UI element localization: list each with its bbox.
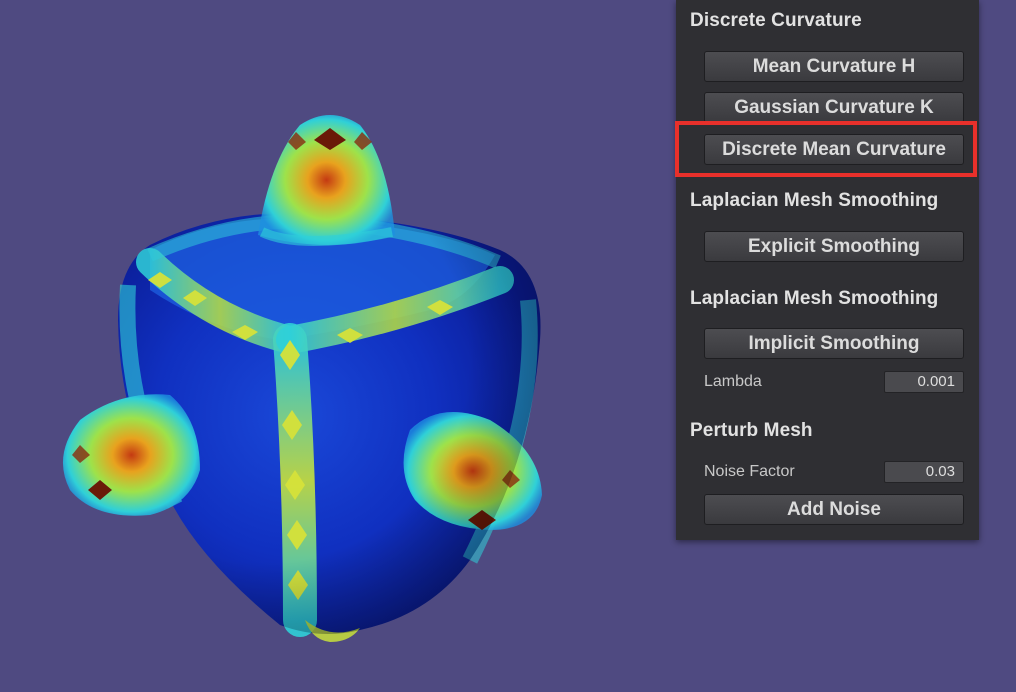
section-title-laplacian-implicit: Laplacian Mesh Smoothing [690,288,939,309]
explicit-smoothing-button[interactable]: Explicit Smoothing [704,231,964,262]
gaussian-curvature-k-button[interactable]: Gaussian Curvature K [704,92,964,123]
section-title-perturb-mesh: Perturb Mesh [690,420,813,441]
noise-factor-label: Noise Factor [704,463,795,480]
lambda-input[interactable]: 0.001 [884,371,964,393]
implicit-smoothing-button[interactable]: Implicit Smoothing [704,328,964,359]
curvature-mesh-render[interactable] [0,0,676,692]
section-title-laplacian-explicit: Laplacian Mesh Smoothing [690,190,939,211]
controls-panel: Discrete Curvature Mean Curvature H Gaus… [676,0,979,540]
discrete-mean-curvature-button[interactable]: Discrete Mean Curvature [704,134,964,165]
add-noise-button[interactable]: Add Noise [704,494,964,525]
mean-curvature-h-button[interactable]: Mean Curvature H [704,51,964,82]
section-title-discrete-curvature: Discrete Curvature [690,10,862,31]
lambda-label: Lambda [704,373,762,390]
noise-factor-input[interactable]: 0.03 [884,461,964,483]
